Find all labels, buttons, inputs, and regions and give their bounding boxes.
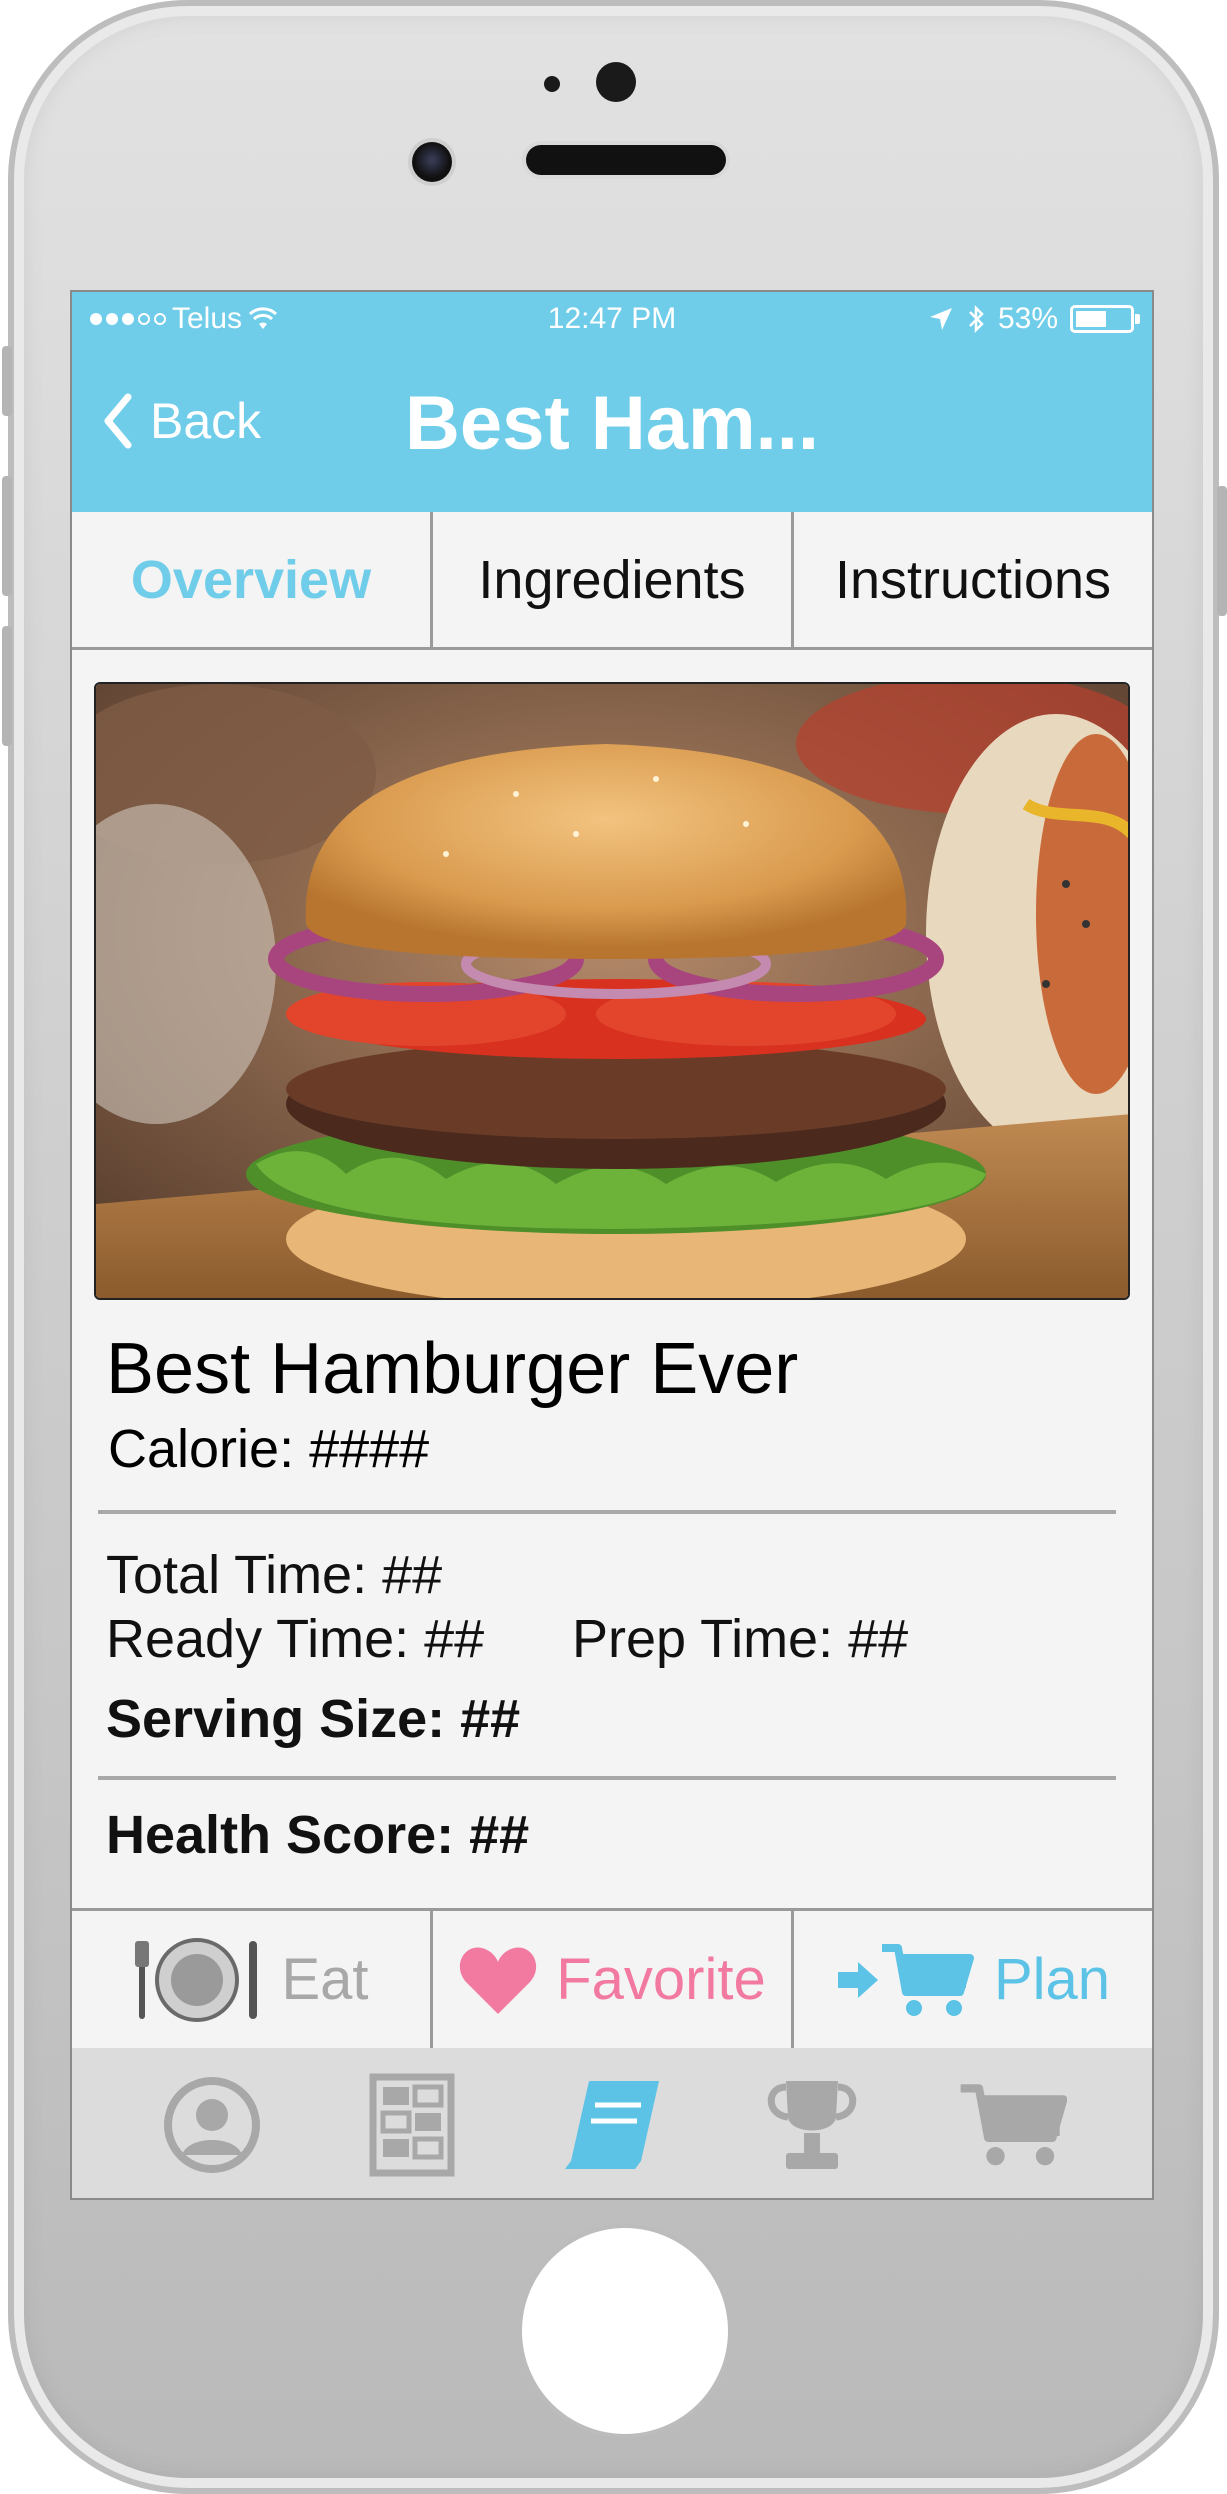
status-bar: Telus 12:47 PM 53%	[72, 302, 1152, 342]
tab-ingredients[interactable]: Ingredients	[430, 512, 791, 647]
home-button[interactable]	[522, 2228, 728, 2434]
header: Telus 12:47 PM 53% Back Best Ham...	[72, 292, 1152, 512]
plate-icon	[135, 1937, 258, 2022]
segment-tabs: Overview Ingredients Instructions	[72, 512, 1152, 650]
plan-button[interactable]: Plan	[791, 1911, 1152, 2048]
divider	[98, 1776, 1116, 1780]
plan-label: Plan	[993, 1947, 1111, 2012]
favorite-label: Favorite	[556, 1947, 766, 2012]
tab-calendar[interactable]	[357, 2070, 467, 2180]
earpiece-speaker	[526, 145, 726, 175]
tab-instructions[interactable]: Instructions	[791, 512, 1152, 647]
bluetooth-icon	[969, 304, 984, 334]
total-time: Total Time: ##	[106, 1545, 443, 1605]
tab-profile[interactable]	[157, 2070, 267, 2180]
eat-button[interactable]: Eat	[72, 1911, 430, 2048]
tab-achievements[interactable]	[757, 2070, 867, 2180]
proximity-camera	[412, 142, 452, 182]
location-arrow-icon	[929, 308, 952, 330]
tab-overview[interactable]: Overview	[72, 512, 430, 647]
sensor-dot	[544, 76, 560, 92]
tab-recipes[interactable]	[557, 2070, 667, 2180]
volume-down-button	[2, 626, 12, 746]
shopping-cart-icon	[960, 2084, 1067, 2166]
divider	[98, 1510, 1116, 1514]
battery-percent: 53%	[997, 302, 1058, 335]
recipe-title: Best Hamburger Ever	[106, 1329, 799, 1409]
mute-switch	[2, 346, 12, 416]
app-screen: Telus 12:47 PM 53% Back Best Ham... Over…	[70, 290, 1154, 2200]
volume-up-button	[2, 476, 12, 596]
cart-arrow-icon	[837, 1943, 974, 2016]
ready-time: Ready Time: ##	[106, 1609, 485, 1669]
front-camera-lens	[596, 62, 636, 102]
calorie-value: Calorie: ####	[108, 1419, 430, 1479]
recipe-photo	[94, 682, 1130, 1300]
profile-icon	[164, 2077, 260, 2173]
tab-shopping[interactable]	[957, 2070, 1067, 2180]
power-button	[1217, 486, 1227, 616]
page-title: Best Ham...	[405, 381, 819, 466]
calendar-grid-icon	[369, 2073, 455, 2177]
bottom-tab-bar	[72, 2048, 1152, 2198]
heart-icon	[460, 1947, 537, 2014]
favorite-button[interactable]: Favorite	[430, 1911, 791, 2048]
health-score: Health Score: ##	[106, 1805, 530, 1865]
serving-size: Serving Size: ##	[106, 1689, 521, 1749]
battery-icon	[1070, 305, 1140, 333]
recipe-book-icon	[565, 2081, 659, 2169]
eat-label: Eat	[281, 1947, 369, 2012]
prep-time: Prep Time: ##	[572, 1609, 909, 1669]
trophy-icon	[767, 2081, 857, 2169]
action-bar: Eat Favorite Plan	[72, 1908, 1152, 2048]
